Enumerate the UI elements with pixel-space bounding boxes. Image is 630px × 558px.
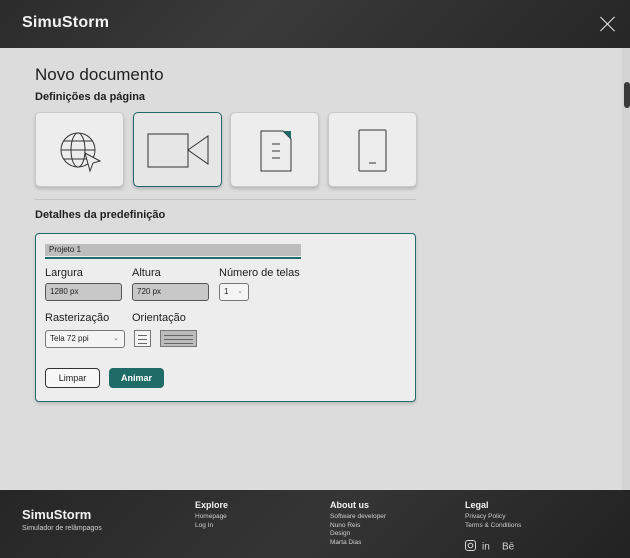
orientation-label: Orientação bbox=[132, 312, 186, 324]
footer-link-login[interactable]: Log In bbox=[195, 522, 228, 531]
screens-label: Número de telas bbox=[219, 267, 300, 279]
footer-explore-column: Explore Homepage Log In bbox=[195, 500, 228, 530]
section-title-preset-details: Detalhes da predefinição bbox=[35, 209, 166, 221]
raster-select-value: Tela 72 ppi bbox=[50, 334, 89, 343]
footer-about-title: About us bbox=[330, 500, 369, 510]
brand-logo[interactable]: SimuStorm bbox=[22, 14, 109, 32]
height-field[interactable]: 720 px bbox=[132, 283, 209, 301]
clear-button[interactable]: Limpar bbox=[45, 368, 100, 388]
preset-mobile-button[interactable] bbox=[328, 112, 417, 187]
footer-link-homepage[interactable]: Homepage bbox=[195, 513, 228, 522]
footer-about-name-2[interactable]: Marta Dias bbox=[330, 539, 386, 548]
landscape-orientation-button[interactable] bbox=[160, 330, 197, 347]
globe-cursor-icon bbox=[60, 132, 102, 173]
raster-label: Rasterização bbox=[45, 312, 110, 324]
close-icon[interactable] bbox=[598, 14, 618, 34]
raster-select[interactable]: Tela 72 ppi ⌄ bbox=[45, 330, 125, 348]
project-name-underline bbox=[45, 257, 301, 259]
footer-legal-title: Legal bbox=[465, 500, 489, 510]
behance-icon[interactable]: Bē bbox=[502, 540, 517, 552]
instagram-icon[interactable] bbox=[465, 540, 476, 551]
footer-about-name-1[interactable]: Nuno Reis bbox=[330, 522, 386, 531]
footer-brand[interactable]: SimuStorm bbox=[22, 507, 91, 522]
footer-link-terms[interactable]: Terms & Conditions bbox=[465, 522, 521, 531]
video-camera-icon bbox=[147, 133, 209, 168]
preset-web-button[interactable] bbox=[35, 112, 124, 187]
animate-button[interactable]: Animar bbox=[109, 368, 164, 388]
section-title-page-settings: Definições da página bbox=[35, 91, 146, 103]
document-icon bbox=[260, 130, 292, 172]
footer: SimuStorm Simulador de relâmpagos Explor… bbox=[0, 490, 630, 558]
width-label: Largura bbox=[45, 267, 83, 279]
svg-text:Bē: Bē bbox=[502, 542, 515, 552]
footer-legal-column: Legal Privacy Policy Terms & Conditions bbox=[465, 500, 521, 530]
top-bar: SimuStorm bbox=[0, 0, 630, 48]
screens-select[interactable]: 1 ⌄ bbox=[219, 283, 249, 301]
chevron-down-icon: ⌄ bbox=[113, 335, 119, 342]
footer-social-icons: in Bē bbox=[465, 540, 517, 551]
footer-link-privacy[interactable]: Privacy Policy bbox=[465, 513, 521, 522]
preset-document-button[interactable] bbox=[230, 112, 319, 187]
height-label: Altura bbox=[132, 267, 161, 279]
footer-about-role-1: Software developer bbox=[330, 513, 387, 520]
preset-video-button[interactable] bbox=[133, 112, 222, 187]
section-divider bbox=[35, 199, 416, 200]
scrollbar[interactable] bbox=[622, 48, 630, 490]
project-name-input[interactable]: Projeto 1 bbox=[45, 244, 301, 256]
linkedin-icon[interactable]: in bbox=[482, 540, 496, 552]
width-field[interactable]: 1280 px bbox=[45, 283, 122, 301]
phone-icon bbox=[358, 129, 387, 172]
chevron-down-icon: ⌄ bbox=[237, 288, 243, 295]
footer-about-role-2: Design bbox=[330, 530, 351, 537]
page-title: Novo documento bbox=[35, 65, 164, 84]
scrollbar-thumb[interactable] bbox=[624, 82, 630, 108]
footer-tagline: Simulador de relâmpagos bbox=[22, 525, 102, 532]
portrait-orientation-button[interactable] bbox=[134, 330, 151, 347]
footer-about-column: About us Software developer Nuno Reis De… bbox=[330, 500, 386, 547]
footer-explore-title: Explore bbox=[195, 500, 229, 510]
svg-text:in: in bbox=[482, 542, 490, 552]
screens-select-value: 1 bbox=[224, 287, 229, 296]
preset-details-panel: Projeto 1 Largura 1280 px Altura 720 px … bbox=[35, 233, 416, 402]
